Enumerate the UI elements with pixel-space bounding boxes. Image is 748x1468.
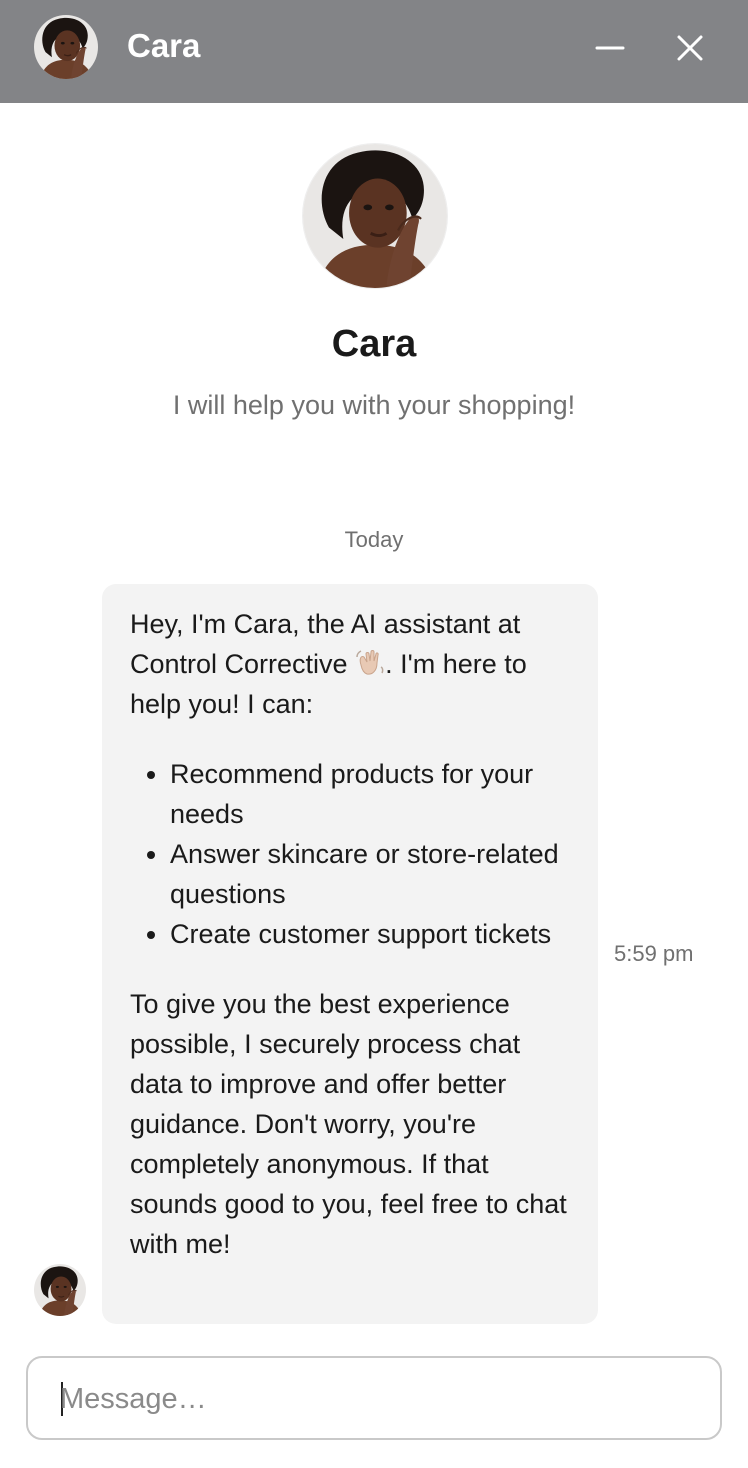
avatar-image [34,15,98,79]
chat-header: Cara [0,0,748,103]
list-item: Create customer support tickets [170,914,570,954]
capabilities-list: Recommend products for your needs Answer… [130,754,570,954]
agent-tagline: I will help you with your shopping! [172,390,576,420]
message-composer [26,1356,722,1440]
avatar-image [303,144,447,288]
minimize-icon [595,46,625,50]
close-icon [677,35,703,61]
list-item: Recommend products for your needs [170,754,570,834]
agent-avatar-small [34,15,98,79]
avatar-image [34,1264,86,1316]
waving-hand-emoji-icon [355,647,385,677]
agent-avatar-large [303,144,447,288]
minimize-button[interactable] [590,28,630,68]
close-button[interactable] [670,28,710,68]
message-input[interactable] [60,1378,680,1420]
date-divider: Today [344,527,404,552]
agent-name: Cara [331,323,417,365]
list-item: Answer skincare or store-related questio… [170,834,570,914]
message-bubble: Hey, I'm Cara, the AI assistant at Contr… [102,584,598,1324]
message-outro: To give you the best experience possible… [130,989,567,1259]
sender-avatar [34,1264,86,1316]
header-title: Cara [127,27,201,64]
message-intro: Hey, I'm Cara, the AI assistant at Contr… [130,604,570,724]
message-timestamp: 5:59 pm [614,941,694,966]
